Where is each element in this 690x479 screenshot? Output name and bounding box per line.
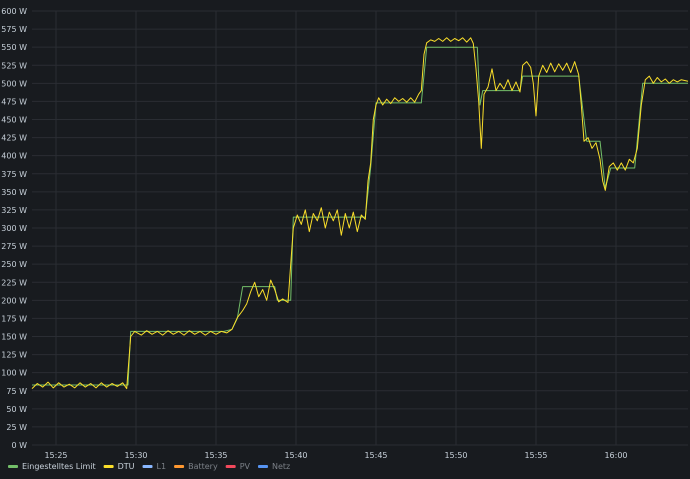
legend-label: PV [240,462,251,471]
x-tick-label: 16:00 [604,451,627,460]
y-tick-label: 150 W [1,333,27,342]
x-tick-label: 15:35 [204,451,227,460]
series-line-0 [32,46,688,386]
y-tick-label: 225 W [1,278,27,287]
chart-panel: 0 W 25 W 50 W 75 W 100 W 125 W 150 W 175 W 200 W… [0,0,690,475]
y-tick-label: 450 W [1,116,27,125]
legend-swatch [225,465,236,468]
legend-item[interactable]: Battery [174,462,218,471]
legend-swatch [174,465,185,468]
y-tick-label: 50 W [6,405,27,414]
legend-label: Eingestelltes Limit [22,462,96,471]
legend-swatch [257,465,268,468]
legend-label: DTU [118,462,135,471]
grid [32,10,688,446]
y-tick-label: 550 W [1,43,27,52]
y-tick-label: 200 W [1,296,27,305]
x-tick-label: 15:40 [284,451,307,460]
y-tick-label: 250 W [1,260,27,269]
y-tick-label: 325 W [1,206,27,215]
y-tick-label: 75 W [6,387,27,396]
y-tick-label: 175 W [1,314,27,323]
x-tick-label: 15:50 [444,451,467,460]
y-tick-label: 600 W [1,7,27,16]
y-tick-label: 425 W [1,134,27,143]
y-tick-label: 125 W [1,351,27,360]
y-tick-label: 575 W [1,25,27,34]
legend-swatch [142,465,153,468]
legend-swatch [8,465,18,468]
legend-item[interactable]: DTU [103,462,135,471]
legend-swatch [103,465,114,468]
y-tick-label: 500 W [1,79,27,88]
y-tick-label: 400 W [1,152,27,161]
y-tick-label: 350 W [1,188,27,197]
y-tick-label: 525 W [1,61,27,70]
x-tick-label: 15:45 [364,451,387,460]
y-tick-label: 100 W [1,369,27,378]
legend-item[interactable]: Eingestelltes Limit [8,462,96,471]
x-tick-label: 15:30 [124,451,147,460]
legend-label: Netz [272,462,290,471]
x-tick-label: 15:25 [44,451,67,460]
chart-svg: 0 W 25 W 50 W 75 W 100 W 125 W 150 W 175 W 200 W… [1,7,689,471]
y-tick-label: 375 W [1,170,27,179]
legend-item[interactable]: PV [225,462,251,471]
y-tick-label: 475 W [1,97,27,106]
x-tick-label: 15:55 [524,451,547,460]
legend-label: Battery [188,462,218,471]
legend-item[interactable]: Netz [257,462,290,471]
y-tick-label: 275 W [1,242,27,251]
legend-label: L1 [157,462,167,471]
legend-item[interactable]: L1 [142,462,167,471]
y-tick-label: 25 W [6,423,27,432]
y-tick-label: 0 W [11,441,27,450]
y-tick-label: 300 W [1,224,27,233]
